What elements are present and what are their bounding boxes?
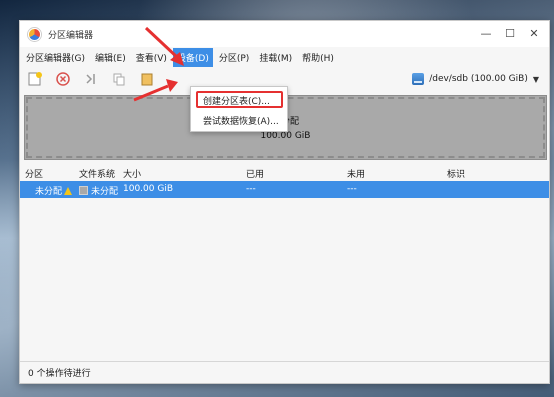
maximize-icon[interactable]: ☐ <box>503 26 517 40</box>
menu-help[interactable]: 帮助(H) <box>298 48 338 67</box>
menu-partition[interactable]: 分区(P) <box>215 48 253 67</box>
menu-edit[interactable]: 编辑(E) <box>91 48 130 67</box>
partition-map-size: 100.00 GiB <box>260 131 311 141</box>
new-partition-icon[interactable] <box>26 70 44 88</box>
menu-gparted[interactable]: 分区编辑器(G) <box>22 48 89 67</box>
menu-device[interactable]: 设备(D) <box>172 47 213 67</box>
menu-item-attempt-data-rescue[interactable]: 尝试数据恢复(A)... <box>203 114 279 127</box>
filesystem-color-icon <box>79 186 88 195</box>
menu-bar: 分区编辑器(G) 编辑(E) 查看(V) 设备(D) 分区(P) 挂载(M) 帮… <box>20 47 549 67</box>
chevron-down-icon: ▼ <box>532 74 539 84</box>
col-filesystem[interactable]: 文件系统 <box>79 167 115 180</box>
col-flags[interactable]: 标识 <box>447 167 465 180</box>
cell-used: --- <box>246 184 256 194</box>
device-dropdown-menu: 创建分区表(C)... 尝试数据恢复(A)... <box>190 86 288 132</box>
col-used[interactable]: 已用 <box>246 167 264 180</box>
col-unused[interactable]: 未用 <box>347 167 365 180</box>
window-title: 分区编辑器 <box>48 30 94 41</box>
status-bar: 0 个操作待进行 <box>20 361 549 383</box>
cell-filesystem-text: 未分配 <box>91 187 119 197</box>
menu-view[interactable]: 查看(V) <box>132 48 171 67</box>
cell-size: 100.00 GiB <box>123 184 174 194</box>
status-text: 0 个操作待进行 <box>28 369 91 379</box>
col-partition[interactable]: 分区 <box>25 167 43 180</box>
gparted-window: 分区编辑器 — ☐ ✕ 分区编辑器(G) 编辑(E) 查看(V) 设备(D) 分… <box>19 20 550 384</box>
col-size[interactable]: 大小 <box>123 167 141 180</box>
cell-filesystem: 未分配 <box>79 184 118 197</box>
paste-icon[interactable] <box>138 70 156 88</box>
delete-icon[interactable] <box>54 70 72 88</box>
cell-unused: --- <box>347 184 357 194</box>
app-logo-icon <box>28 27 41 41</box>
menu-mount[interactable]: 挂载(M) <box>255 48 296 67</box>
menu-item-create-partition-table[interactable]: 创建分区表(C)... <box>203 94 270 107</box>
warning-icon <box>64 187 73 195</box>
device-selector[interactable]: /dev/sdb (100.00 GiB) ▼ <box>412 71 539 87</box>
close-icon[interactable]: ✕ <box>527 26 541 40</box>
resize-icon[interactable] <box>82 70 100 88</box>
disk-icon <box>412 73 425 85</box>
title-bar: 分区编辑器 — ☐ ✕ <box>20 21 549 47</box>
cell-partition: 未分配 <box>35 184 73 197</box>
device-label: /dev/sdb (100.00 GiB) <box>429 74 528 84</box>
window-controls: — ☐ ✕ <box>479 26 541 40</box>
table-header: 分区 文件系统 大小 已用 未用 标识 <box>20 164 549 180</box>
copy-icon[interactable] <box>110 70 128 88</box>
cell-partition-text: 未分配 <box>35 187 63 197</box>
minimize-icon[interactable]: — <box>479 26 493 40</box>
table-row[interactable]: 未分配 未分配 100.00 GiB --- --- <box>20 181 549 198</box>
